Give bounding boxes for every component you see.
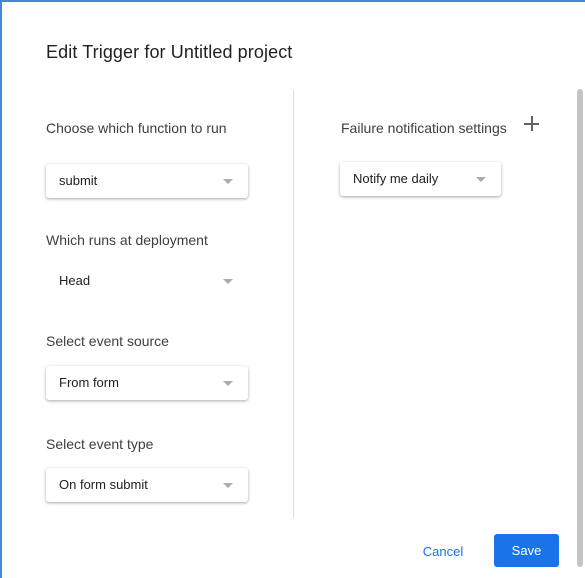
deployment-label: Which runs at deployment — [46, 232, 208, 248]
event-source-label: Select event source — [46, 333, 169, 349]
dropdown-arrow-icon — [223, 381, 233, 386]
dialog-title: Edit Trigger for Untitled project — [46, 42, 293, 62]
function-select-value: submit — [59, 173, 98, 188]
cancel-button[interactable]: Cancel — [414, 536, 472, 568]
failure-notification-select[interactable]: Notify me daily — [340, 162, 501, 196]
event-type-select[interactable]: On form submit — [46, 468, 248, 502]
deployment-select[interactable]: Head — [46, 264, 248, 298]
scrollbar[interactable] — [577, 89, 583, 567]
deployment-select-value: Head — [59, 273, 91, 288]
dropdown-arrow-icon — [223, 483, 233, 488]
event-type-label: Select event type — [46, 436, 154, 452]
column-divider — [293, 90, 294, 518]
failure-notification-select-value: Notify me daily — [353, 171, 439, 186]
dropdown-arrow-icon — [223, 179, 233, 184]
failure-notification-label: Failure notification settings — [341, 120, 507, 136]
edit-trigger-dialog: Edit Trigger for Untitled project Choose… — [0, 0, 585, 578]
plus-icon[interactable] — [523, 115, 541, 133]
dropdown-arrow-icon — [476, 177, 486, 182]
function-select[interactable]: submit — [46, 164, 248, 198]
dropdown-arrow-icon — [223, 279, 233, 284]
function-to-run-label: Choose which function to run — [46, 120, 227, 136]
event-source-select-value: From form — [59, 375, 119, 390]
event-source-select[interactable]: From form — [46, 366, 248, 400]
event-type-select-value: On form submit — [59, 477, 148, 492]
save-button[interactable]: Save — [494, 534, 559, 567]
